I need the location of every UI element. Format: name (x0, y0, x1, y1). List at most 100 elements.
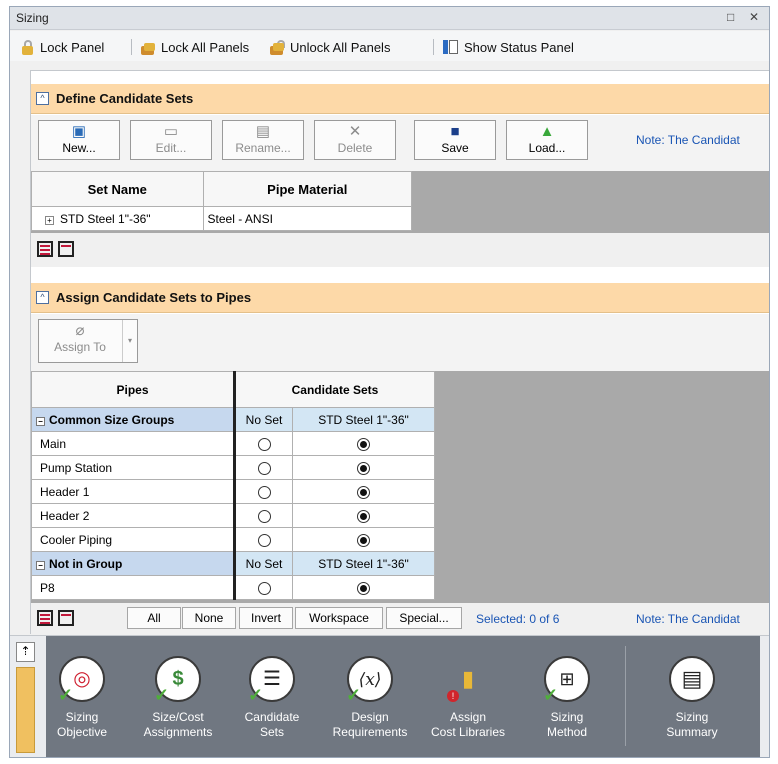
nav-label: Sizing Summary (666, 710, 718, 739)
set-column-label[interactable]: STD Steel 1"-36" (292, 407, 435, 432)
edit-label: Edit... (155, 141, 187, 155)
invert-selection-button[interactable]: Invert (239, 607, 293, 629)
workspace-button[interactable]: Workspace (295, 607, 383, 629)
no-set-radio[interactable] (257, 533, 271, 547)
sizing-summary-button[interactable]: ▤ Sizing Summary (652, 656, 732, 740)
table-row[interactable]: Header 2 (31, 503, 435, 528)
table-row[interactable]: Main (31, 431, 435, 456)
no-set-radio[interactable] (257, 581, 271, 595)
collapse-group-icon[interactable]: − (36, 560, 45, 570)
delete-button[interactable]: ✕ Delete (314, 120, 396, 160)
define-candidate-sets-header[interactable]: ^ Define Candidate Sets (31, 84, 769, 114)
table-row[interactable]: P8 (31, 575, 435, 600)
group-header[interactable]: − Common Size Groups (31, 407, 236, 432)
no-set-column-label[interactable]: No Set (234, 551, 293, 576)
assignment-table: Pipes Candidate Sets − Common Size Groups… (31, 371, 435, 600)
ruler-dollar-icon: $ ✓ (154, 656, 201, 704)
assign-to-button[interactable]: ⌀ Assign To ▾ (38, 319, 138, 363)
no-set-radio[interactable] (257, 437, 271, 451)
collapse-all-icon[interactable] (58, 610, 74, 626)
no-set-radio[interactable] (257, 461, 271, 475)
close-icon[interactable]: ✕ (749, 10, 759, 24)
sizing-objective-button[interactable]: ◎ ✓ Sizing Objective (42, 656, 122, 740)
candidate-sets-header[interactable]: Candidate Sets (234, 371, 435, 408)
set-name-cell: STD Steel 1"-36" (60, 211, 151, 226)
dropdown-arrow-icon[interactable]: ▾ (122, 320, 137, 362)
set-radio[interactable] (357, 581, 370, 595)
collapse-group-icon[interactable]: − (36, 416, 45, 426)
assign-note: Note: The Candidat (636, 612, 740, 626)
assign-header-label: Assign Candidate Sets to Pipes (56, 290, 252, 305)
expand-all-icon[interactable] (37, 241, 53, 257)
table-row[interactable]: + STD Steel 1"-36" Steel - ANSI (31, 206, 413, 231)
group-title: Not in Group (49, 556, 123, 571)
unlocks-icon (269, 39, 285, 55)
expand-all-icon[interactable] (37, 610, 53, 626)
set-radio[interactable] (357, 509, 370, 523)
sizing-method-button[interactable]: ⊞ ✓ Sizing Method (527, 656, 607, 740)
sizing-nav-panel: ◎ ✓ Sizing Objective $ ✓ Size/Cost Assignmen… (46, 636, 760, 757)
new-label: New... (62, 141, 96, 155)
window-title: Sizing (16, 11, 49, 25)
select-all-button[interactable]: All (127, 607, 181, 629)
edit-button[interactable]: ▭ Edit... (130, 120, 212, 160)
load-button[interactable]: ▲ Load... (506, 120, 588, 160)
expand-icon[interactable]: + (45, 215, 54, 225)
delete-label: Delete (337, 141, 373, 155)
collapse-icon[interactable]: ^ (36, 291, 49, 304)
assign-to-label: Assign To (54, 340, 106, 354)
table-row[interactable]: Pump Station (31, 455, 435, 480)
group-title: Common Size Groups (49, 412, 175, 427)
show-status-panel-button[interactable]: Show Status Panel (443, 38, 574, 56)
sizing-tab-icon[interactable] (16, 667, 35, 753)
size-cost-assignments-button[interactable]: $ ✓ Size/Cost Assignments (138, 656, 218, 740)
table-row[interactable]: Header 1 (31, 479, 435, 504)
nav-label: Size/Cost Assignments (143, 710, 213, 739)
no-set-radio[interactable] (257, 485, 271, 499)
collapse-all-icon[interactable] (58, 241, 74, 257)
set-radio[interactable] (357, 437, 370, 451)
nav-label: Candidate Sets (244, 710, 300, 739)
save-button[interactable]: ■ Save (414, 120, 496, 160)
eraser-icon: ⌀ (75, 322, 85, 339)
nav-divider (625, 646, 626, 746)
show-status-label: Show Status Panel (464, 39, 574, 55)
set-radio[interactable] (357, 461, 370, 475)
table-row[interactable]: Cooler Piping (31, 527, 435, 552)
set-name-header[interactable]: Set Name (31, 171, 204, 207)
pipe-name: Header 2 (31, 503, 236, 528)
load-label: Load... (528, 141, 566, 155)
candidate-sets-button[interactable]: ☰ ✓ Candidate Sets (232, 656, 312, 740)
new-button[interactable]: ▣ New... (38, 120, 120, 160)
set-radio[interactable] (357, 533, 370, 547)
design-requirements-button[interactable]: ⟨x⟩ ✓ Design Requirements (330, 656, 410, 740)
group-header[interactable]: − Not in Group (31, 551, 236, 576)
lock-panel-button[interactable]: Lock Panel (19, 38, 104, 56)
pipe-name: Pump Station (31, 455, 236, 480)
pin-icon[interactable]: ⇡ (16, 642, 35, 662)
set-radio[interactable] (357, 485, 370, 499)
unlock-all-panels-button[interactable]: Unlock All Panels (269, 38, 390, 56)
save-icon: ■ (450, 123, 460, 140)
special-button[interactable]: Special... (386, 607, 462, 629)
assign-cost-libraries-button[interactable]: ▮! Assign Cost Libraries (428, 656, 508, 740)
pipe-material-header[interactable]: Pipe Material (202, 171, 413, 207)
restore-icon[interactable]: □ (727, 10, 734, 24)
collapse-icon[interactable]: ^ (36, 92, 49, 105)
nav-label: Assign Cost Libraries (430, 710, 506, 739)
function-icon: ⟨x⟩ ✓ (346, 656, 393, 704)
main-area: ^ Define Candidate Sets ▣ New... ▭ Edit.… (30, 70, 769, 634)
lock-all-panels-button[interactable]: Lock All Panels (140, 38, 249, 56)
no-set-radio[interactable] (257, 509, 271, 523)
pipes-header[interactable]: Pipes (31, 371, 236, 408)
sizing-window: Sizing □ ✕ Lock Panel Lock All Panels Un… (9, 6, 770, 758)
pipe-name: Cooler Piping (31, 527, 236, 552)
rename-button[interactable]: ▤ Rename... (222, 120, 304, 160)
nav-label: Sizing Method (546, 710, 588, 739)
no-set-column-label[interactable]: No Set (234, 407, 293, 432)
pipe-name: Main (31, 431, 236, 456)
set-column-label[interactable]: STD Steel 1"-36" (292, 551, 435, 576)
rename-label: Rename... (235, 141, 291, 155)
select-none-button[interactable]: None (182, 607, 236, 629)
assign-candidate-sets-header[interactable]: ^ Assign Candidate Sets to Pipes (31, 283, 769, 313)
